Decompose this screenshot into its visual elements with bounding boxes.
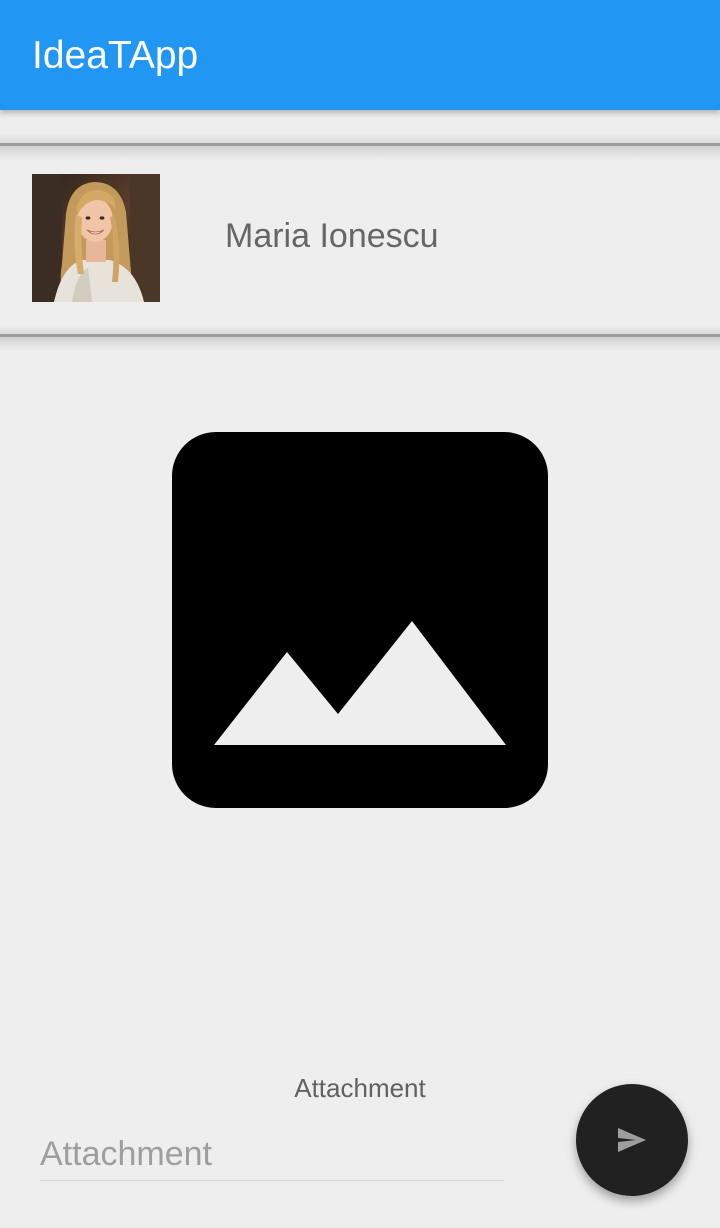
divider-bottom-shade bbox=[0, 337, 720, 351]
attachment-input[interactable] bbox=[40, 1128, 504, 1181]
send-button[interactable] bbox=[576, 1084, 688, 1196]
app-title: IdeaTApp bbox=[32, 34, 199, 77]
send-icon bbox=[618, 1128, 646, 1152]
profile-row[interactable]: Maria Ionescu bbox=[0, 150, 720, 332]
app-screen: IdeaTApp Maria Ionescu Attachment Attach… bbox=[0, 0, 720, 1228]
image-placeholder-icon[interactable] bbox=[172, 432, 548, 808]
image-icon bbox=[172, 432, 548, 808]
divider-bottom-shadow bbox=[0, 324, 720, 334]
profile-name: Maria Ionescu bbox=[225, 217, 439, 255]
divider-top-shadow bbox=[0, 133, 720, 143]
avatar bbox=[32, 174, 160, 302]
app-bar: IdeaTApp bbox=[0, 0, 720, 110]
user-photo-icon bbox=[32, 174, 160, 302]
